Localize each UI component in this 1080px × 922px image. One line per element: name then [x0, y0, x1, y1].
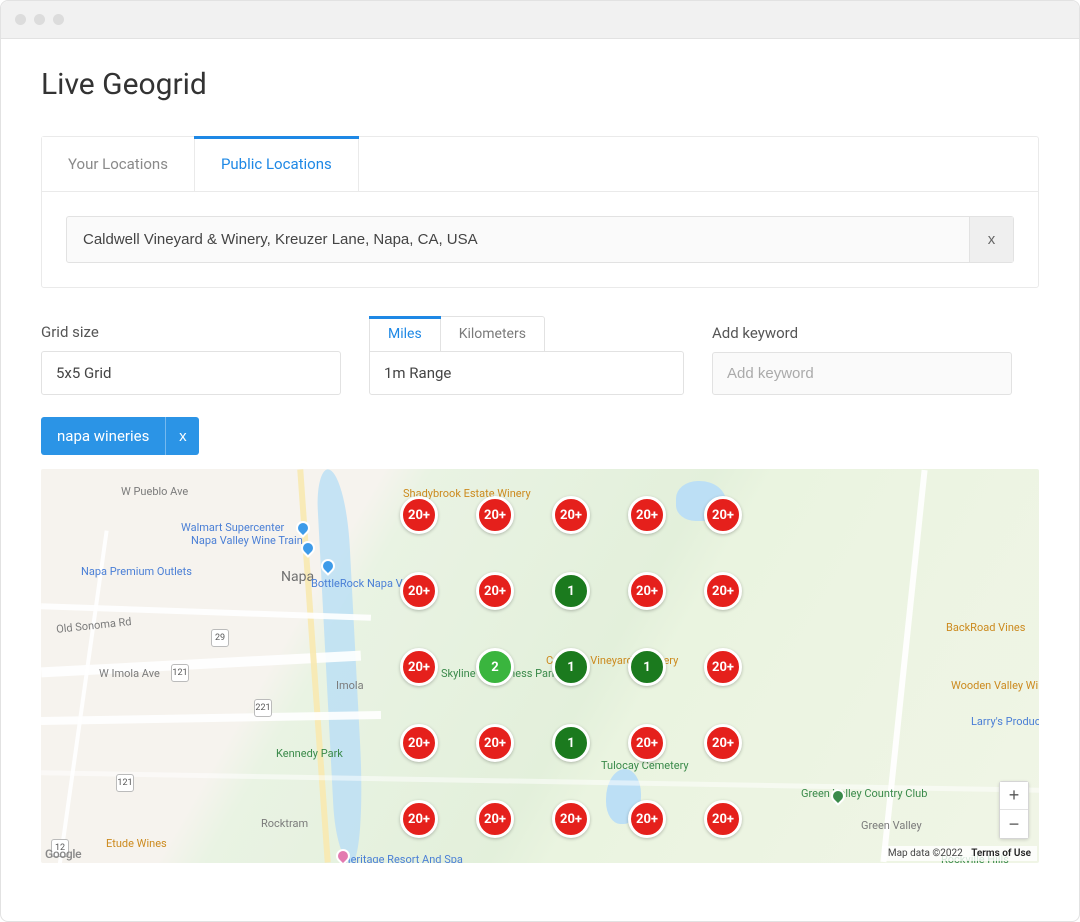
page-title: Live Geogrid — [41, 67, 1039, 102]
keyword-input[interactable] — [712, 352, 1012, 395]
map-label: W Imola Ave — [99, 667, 160, 680]
map-label: Etude Wines — [106, 837, 167, 850]
map-label: Napa Valley Wine Train — [191, 534, 303, 547]
window-close-icon[interactable] — [15, 14, 26, 25]
window-maximize-icon[interactable] — [53, 14, 64, 25]
highway-shield-icon: 221 — [254, 699, 272, 717]
highway-shield-icon: 121 — [116, 774, 134, 792]
page-content: Live Geogrid Your Locations Public Locat… — [1, 39, 1079, 863]
geogrid-marker[interactable]: 20+ — [704, 800, 742, 838]
grid-size-block: Grid size 5x5 Grid — [41, 323, 341, 395]
geogrid-marker[interactable]: 20+ — [400, 572, 438, 610]
geogrid-marker[interactable]: 20+ — [476, 800, 514, 838]
geogrid-marker[interactable]: 20+ — [476, 496, 514, 534]
keyword-label: Add keyword — [712, 324, 1012, 342]
map-label-napa: Napa — [281, 569, 314, 585]
keyword-chip-remove-button[interactable]: x — [165, 417, 199, 455]
keyword-chip-row: napa wineries x — [41, 417, 1039, 455]
geogrid-marker[interactable]: 2 — [476, 648, 514, 686]
geogrid-marker[interactable]: 1 — [552, 572, 590, 610]
geogrid-marker[interactable]: 20+ — [628, 724, 666, 762]
map-label: Rocktram — [261, 817, 308, 830]
geogrid-marker[interactable]: 20+ — [628, 496, 666, 534]
map-label: Imola — [336, 679, 364, 692]
geogrid-marker[interactable]: 1 — [552, 724, 590, 762]
map-attribution: Map data ©2022 Terms of Use — [882, 846, 1037, 861]
zoom-out-button[interactable]: − — [1000, 810, 1028, 838]
geogrid-marker[interactable]: 20+ — [400, 724, 438, 762]
map-terms-link[interactable]: Terms of Use — [971, 848, 1031, 859]
geogrid-marker[interactable]: 20+ — [704, 496, 742, 534]
geogrid-marker[interactable]: 20+ — [476, 572, 514, 610]
keyword-chip-label: napa wineries — [41, 417, 165, 455]
location-clear-button[interactable]: x — [969, 217, 1013, 262]
geogrid-marker[interactable]: 20+ — [628, 572, 666, 610]
grid-size-select[interactable]: 5x5 Grid — [41, 351, 341, 395]
geogrid-marker[interactable]: 20+ — [628, 800, 666, 838]
location-tabs: Your Locations Public Locations — [42, 137, 1038, 192]
map-label: Kennedy Park — [276, 747, 343, 760]
map-label: Napa Premium Outlets — [81, 565, 192, 578]
geogrid-marker[interactable]: 20+ — [400, 496, 438, 534]
geogrid-marker[interactable]: 20+ — [704, 724, 742, 762]
map-label: Green Valley — [861, 819, 922, 832]
geogrid-marker[interactable]: 20+ — [704, 572, 742, 610]
map-label: Green Valley Country Club — [801, 787, 927, 800]
map-label: W Pueblo Ave — [121, 485, 188, 498]
map-zoom-control: + − — [999, 781, 1029, 839]
range-block: Miles Kilometers 1m Range — [369, 316, 684, 395]
geogrid-marker[interactable]: 20+ — [552, 800, 590, 838]
map-attribution-data: Map data ©2022 — [888, 848, 963, 859]
grid-size-label: Grid size — [41, 323, 341, 341]
unit-tabs: Miles Kilometers — [369, 316, 545, 351]
tab-your-locations[interactable]: Your Locations — [42, 137, 195, 191]
google-logo: Google — [45, 847, 81, 861]
geogrid-marker[interactable]: 20+ — [552, 496, 590, 534]
geogrid-marker[interactable]: 1 — [628, 648, 666, 686]
map-label: Larry's Produce — [971, 715, 1039, 728]
map-label: BackRoad Vines — [946, 621, 1025, 634]
location-card: Your Locations Public Locations x — [41, 136, 1039, 288]
zoom-in-button[interactable]: + — [1000, 782, 1028, 810]
keyword-block: Add keyword — [712, 324, 1012, 395]
browser-window: Live Geogrid Your Locations Public Locat… — [0, 0, 1080, 922]
location-input[interactable] — [67, 217, 969, 262]
browser-titlebar — [1, 1, 1079, 39]
window-minimize-icon[interactable] — [34, 14, 45, 25]
map-label: Wooden Valley Winery — [951, 679, 1039, 692]
location-tab-body: x — [42, 192, 1038, 287]
unit-tab-miles[interactable]: Miles — [370, 317, 441, 351]
geogrid-marker[interactable]: 20+ — [476, 724, 514, 762]
geogrid-marker[interactable]: 1 — [552, 648, 590, 686]
keyword-chip: napa wineries x — [41, 417, 199, 455]
highway-shield-icon: 121 — [171, 664, 189, 682]
geogrid-layer: 20+20+20+20+20+20+20+120+20+20+21120+20+… — [381, 477, 761, 857]
range-select[interactable]: 1m Range — [369, 351, 684, 395]
geogrid-marker[interactable]: 20+ — [704, 648, 742, 686]
geogrid-marker[interactable]: 20+ — [400, 648, 438, 686]
geogrid-marker[interactable]: 20+ — [400, 800, 438, 838]
map-label: Walmart Supercenter — [181, 521, 284, 534]
location-input-wrap: x — [66, 216, 1014, 263]
geogrid-map[interactable]: Napa Walmart Supercenter Napa Valley Win… — [41, 469, 1039, 863]
unit-tab-kilometers[interactable]: Kilometers — [441, 317, 544, 351]
controls-row: Grid size 5x5 Grid Miles Kilometers 1m R… — [41, 316, 1039, 395]
tab-public-locations[interactable]: Public Locations — [195, 137, 359, 191]
highway-shield-icon: 29 — [211, 629, 229, 647]
